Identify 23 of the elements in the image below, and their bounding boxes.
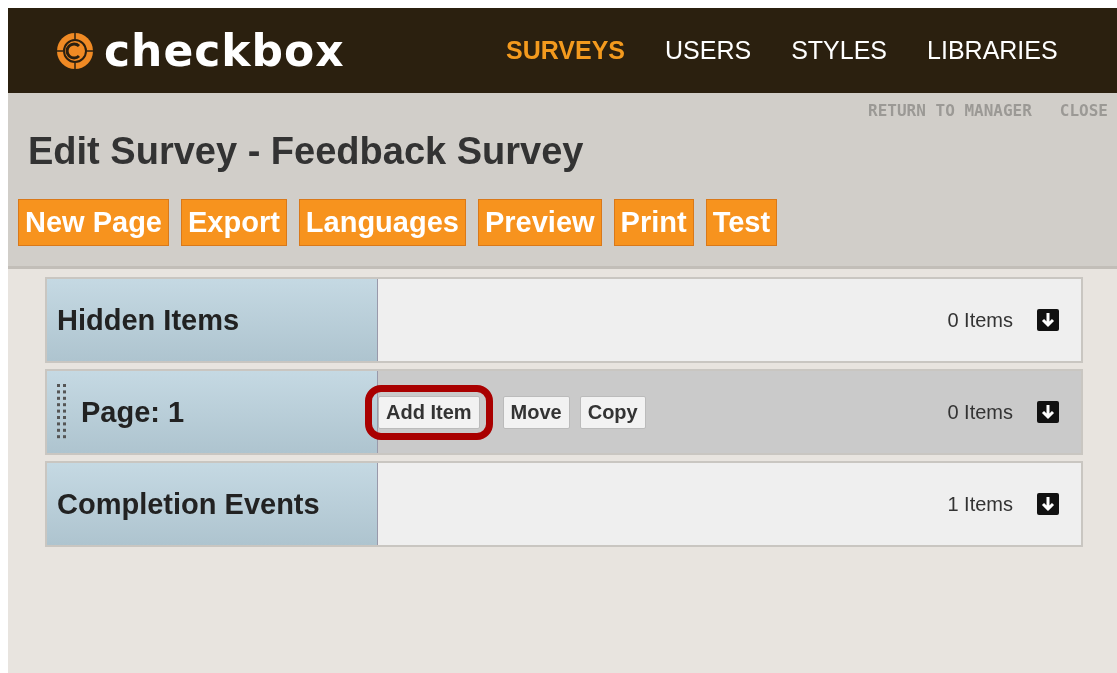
section-button[interactable]: Move xyxy=(502,395,570,429)
logo-text: checkbox xyxy=(104,25,345,76)
toolbar-button[interactable]: Preview xyxy=(477,199,602,246)
toolbar-button[interactable]: Print xyxy=(613,199,694,246)
item-count: 0 Items xyxy=(947,308,1013,332)
toolbar-button[interactable]: New Page xyxy=(18,199,169,246)
toolbar-button[interactable]: Languages xyxy=(298,199,466,246)
drag-handle-icon[interactable] xyxy=(57,384,67,440)
item-count: 1 Items xyxy=(947,492,1013,516)
section-title: Page: 1 xyxy=(81,395,185,429)
page-title: Edit Survey - Feedback Survey xyxy=(28,130,585,173)
section-title: Hidden Items xyxy=(57,303,240,337)
item-count: 0 Items xyxy=(947,400,1013,424)
nav-link[interactable]: LIBRARIES xyxy=(927,36,1058,65)
nav-link[interactable]: SURVEYS xyxy=(506,36,626,65)
toolbar-button[interactable]: Test xyxy=(705,199,778,246)
nav-link[interactable]: USERS xyxy=(665,36,752,65)
section-button[interactable]: Copy xyxy=(579,395,646,429)
toolbar-button[interactable]: Export xyxy=(181,199,287,246)
nav-link[interactable]: STYLES xyxy=(791,36,888,65)
section-button[interactable]: Add Item xyxy=(378,395,480,429)
logo-icon xyxy=(56,31,94,70)
section-title: Completion Events xyxy=(57,487,320,521)
